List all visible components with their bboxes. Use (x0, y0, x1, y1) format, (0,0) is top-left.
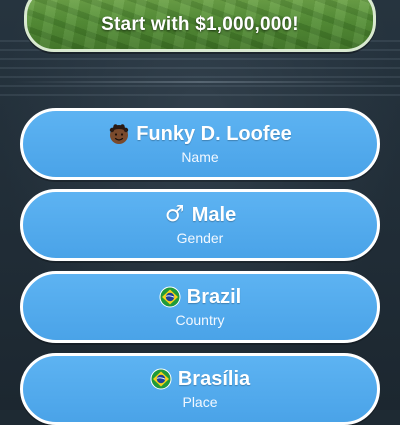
name-caption: Name (181, 149, 219, 165)
gender-value: Male (191, 204, 237, 226)
start-button-label: Start with $1,000,000! (101, 14, 299, 35)
country-value: Brazil (186, 286, 242, 308)
name-value-row: Funky D. Loofee (108, 122, 292, 146)
country-button[interactable]: Brazil Country (20, 271, 380, 343)
male-symbol-icon: ♂ (164, 202, 185, 227)
place-value: Brasília (177, 368, 251, 390)
place-caption: Place (182, 394, 218, 410)
brazil-flag-icon (150, 368, 172, 390)
gender-value-row: ♂ Male (164, 203, 236, 227)
gender-button[interactable]: ♂ Male Gender (20, 189, 380, 261)
start-with-money-button[interactable]: Start with $1,000,000! (24, 0, 376, 52)
country-caption: Country (175, 312, 225, 328)
brazil-flag-icon (159, 286, 181, 308)
gender-caption: Gender (176, 230, 224, 246)
name-value: Funky D. Loofee (136, 123, 292, 145)
place-button[interactable]: Brasília Place (20, 353, 380, 425)
name-button[interactable]: Funky D. Loofee Name (20, 108, 380, 180)
place-value-row: Brasília (150, 367, 250, 391)
avatar-icon (108, 123, 130, 145)
country-value-row: Brazil (159, 285, 241, 309)
divider (14, 81, 386, 83)
